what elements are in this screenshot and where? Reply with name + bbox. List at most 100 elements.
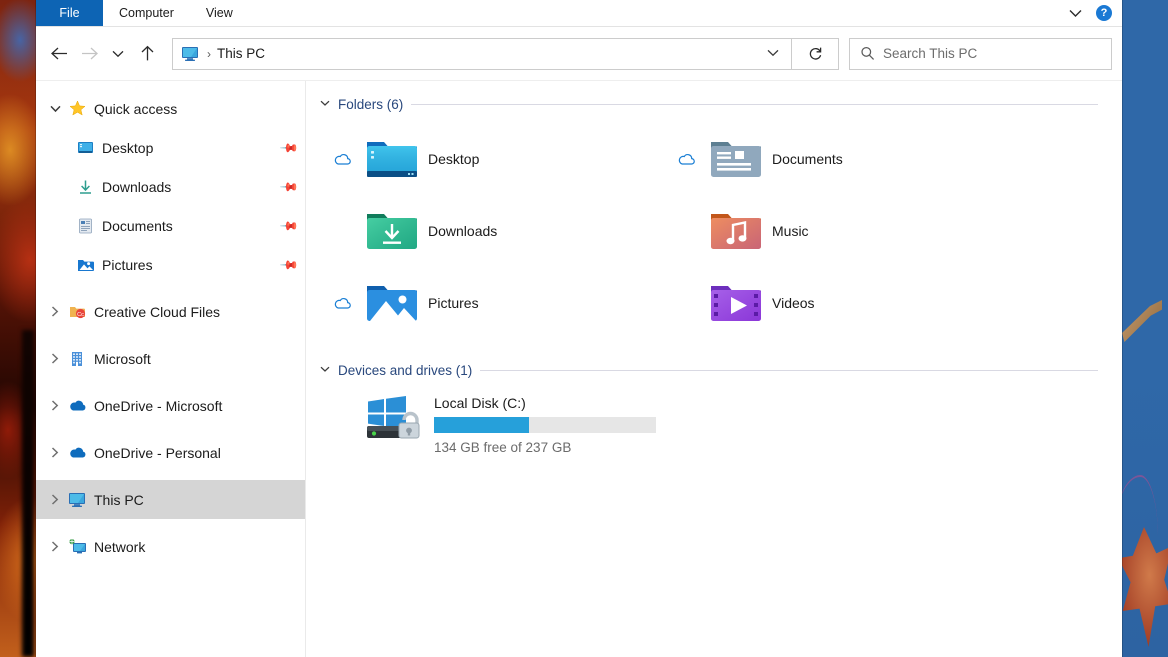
ribbon-right-controls: ? bbox=[1064, 0, 1122, 26]
file-explorer-window: File Computer View ? bbox=[36, 0, 1122, 657]
music-folder-icon bbox=[708, 203, 764, 259]
folder-tile-videos[interactable]: Videos bbox=[664, 267, 1008, 339]
creative-cloud-icon: Cc bbox=[66, 303, 88, 321]
this-pc-icon bbox=[181, 46, 199, 62]
sidebar-item-microsoft[interactable]: Microsoft bbox=[36, 339, 305, 378]
tab-view[interactable]: View bbox=[190, 0, 249, 26]
documents-folder-icon bbox=[74, 217, 96, 235]
chevron-right-icon[interactable] bbox=[44, 447, 66, 458]
folder-tile-pictures[interactable]: Pictures bbox=[320, 267, 664, 339]
folder-tile-desktop[interactable]: Desktop bbox=[320, 123, 664, 195]
chevron-down-icon bbox=[1069, 9, 1082, 18]
folder-tile-documents[interactable]: Documents bbox=[664, 123, 1008, 195]
chevron-right-icon[interactable] bbox=[44, 306, 66, 317]
sidebar-item-quick-access[interactable]: Quick access bbox=[36, 89, 305, 128]
sidebar-label-network: Network bbox=[94, 539, 145, 555]
drive-free-space-text: 134 GB free of 237 GB bbox=[434, 440, 656, 455]
expand-ribbon-button[interactable] bbox=[1064, 2, 1086, 24]
sidebar-item-onedrive-microsoft[interactable]: OneDrive - Microsoft bbox=[36, 386, 305, 425]
pin-icon[interactable]: 📌 bbox=[279, 254, 299, 274]
sidebar-label-onedrive-personal: OneDrive - Personal bbox=[94, 445, 221, 461]
desktop-folder-icon bbox=[74, 139, 96, 157]
sidebar-item-documents[interactable]: Documents 📌 bbox=[36, 206, 305, 245]
drive-info: Local Disk (C:) 134 GB free of 237 GB bbox=[434, 391, 656, 455]
sidebar-label-desktop: Desktop bbox=[102, 140, 153, 156]
chevron-right-icon[interactable] bbox=[44, 494, 66, 505]
documents-folder-icon bbox=[708, 131, 764, 187]
tab-file-label: File bbox=[59, 6, 79, 20]
sidebar-label-documents: Documents bbox=[102, 218, 173, 234]
folders-grid: Desktop bbox=[320, 119, 1122, 339]
breadcrumb-this-pc[interactable]: This PC bbox=[217, 46, 265, 61]
help-button[interactable]: ? bbox=[1096, 5, 1112, 21]
videos-folder-icon bbox=[708, 275, 764, 331]
wallpaper-right-strip bbox=[1120, 0, 1168, 657]
items-view[interactable]: Folders (6) bbox=[306, 81, 1122, 657]
folder-label-pictures: Pictures bbox=[428, 295, 479, 311]
group-divider bbox=[411, 104, 1098, 105]
sidebar-label-pictures: Pictures bbox=[102, 257, 153, 273]
sidebar-item-this-pc[interactable]: This PC bbox=[36, 480, 305, 519]
refresh-button[interactable] bbox=[792, 38, 839, 70]
up-button[interactable] bbox=[132, 39, 162, 69]
forward-button[interactable] bbox=[74, 39, 104, 69]
pin-icon[interactable]: 📌 bbox=[279, 176, 299, 196]
svg-text:Cc: Cc bbox=[77, 312, 84, 318]
sidebar-item-downloads[interactable]: Downloads 📌 bbox=[36, 167, 305, 206]
chevron-right-icon[interactable] bbox=[44, 400, 66, 411]
pin-icon[interactable]: 📌 bbox=[279, 215, 299, 235]
explorer-body: Quick access Desktop 📌 bbox=[36, 81, 1122, 657]
sidebar-label-onedrive-microsoft: OneDrive - Microsoft bbox=[94, 398, 222, 414]
search-box[interactable]: Search This PC bbox=[849, 38, 1112, 70]
arrow-left-icon bbox=[50, 46, 69, 61]
network-icon bbox=[66, 538, 88, 556]
this-pc-icon bbox=[66, 491, 88, 509]
group-header-devices-and-drives[interactable]: Devices and drives (1) bbox=[320, 355, 1122, 385]
tab-computer[interactable]: Computer bbox=[103, 0, 190, 26]
sidebar-item-desktop[interactable]: Desktop 📌 bbox=[36, 128, 305, 167]
navigation-pane[interactable]: Quick access Desktop 📌 bbox=[36, 81, 306, 657]
cloud-available-icon bbox=[664, 153, 708, 166]
chevron-down-icon[interactable] bbox=[44, 105, 66, 113]
chevron-down-icon[interactable] bbox=[320, 98, 330, 110]
sidebar-label-creative-cloud-files: Creative Cloud Files bbox=[94, 304, 220, 320]
microsoft-building-icon bbox=[66, 350, 88, 368]
arrow-right-icon bbox=[80, 46, 99, 61]
sidebar-item-pictures[interactable]: Pictures 📌 bbox=[36, 245, 305, 284]
chevron-down-icon[interactable] bbox=[320, 364, 330, 376]
ribbon-tab-bar: File Computer View ? bbox=[36, 0, 1122, 27]
drive-capacity-bar bbox=[434, 417, 656, 433]
folder-label-documents: Documents bbox=[772, 151, 843, 167]
sidebar-item-network[interactable]: Network bbox=[36, 527, 305, 566]
folder-tile-music[interactable]: Music bbox=[664, 195, 1008, 267]
downloads-folder-icon bbox=[364, 203, 420, 259]
back-button[interactable] bbox=[44, 39, 74, 69]
refresh-icon bbox=[808, 46, 823, 61]
group-header-folders[interactable]: Folders (6) bbox=[320, 89, 1122, 119]
help-button-label: ? bbox=[1101, 8, 1108, 19]
drive-tile-local-disk-c[interactable]: Local Disk (C:) 134 GB free of 237 GB bbox=[320, 385, 1122, 455]
tab-computer-label: Computer bbox=[119, 6, 174, 20]
chevron-right-icon[interactable] bbox=[44, 353, 66, 364]
tab-file[interactable]: File bbox=[36, 0, 103, 26]
sidebar-label-downloads: Downloads bbox=[102, 179, 171, 195]
sidebar-label-this-pc: This PC bbox=[94, 492, 144, 508]
chevron-right-icon[interactable] bbox=[44, 541, 66, 552]
sidebar-item-onedrive-personal[interactable]: OneDrive - Personal bbox=[36, 433, 305, 472]
pin-icon[interactable]: 📌 bbox=[279, 137, 299, 157]
folder-tile-downloads[interactable]: Downloads bbox=[320, 195, 664, 267]
chevron-down-icon bbox=[112, 50, 124, 58]
onedrive-cloud-icon bbox=[66, 444, 88, 462]
sidebar-item-creative-cloud-files[interactable]: Cc Creative Cloud Files bbox=[36, 292, 305, 331]
group-title-devices: Devices and drives (1) bbox=[338, 363, 472, 378]
address-bar[interactable]: › This PC bbox=[172, 38, 792, 70]
drive-capacity-fill bbox=[434, 417, 529, 433]
folder-label-desktop: Desktop bbox=[428, 151, 479, 167]
search-input[interactable]: Search This PC bbox=[883, 46, 977, 61]
recent-locations-button[interactable] bbox=[104, 39, 132, 69]
onedrive-cloud-icon bbox=[66, 397, 88, 415]
desktop-folder-icon bbox=[364, 131, 420, 187]
group-divider bbox=[480, 370, 1098, 371]
navigation-toolbar: › This PC Search This PC bbox=[36, 27, 1122, 81]
address-dropdown-button[interactable] bbox=[759, 48, 787, 60]
